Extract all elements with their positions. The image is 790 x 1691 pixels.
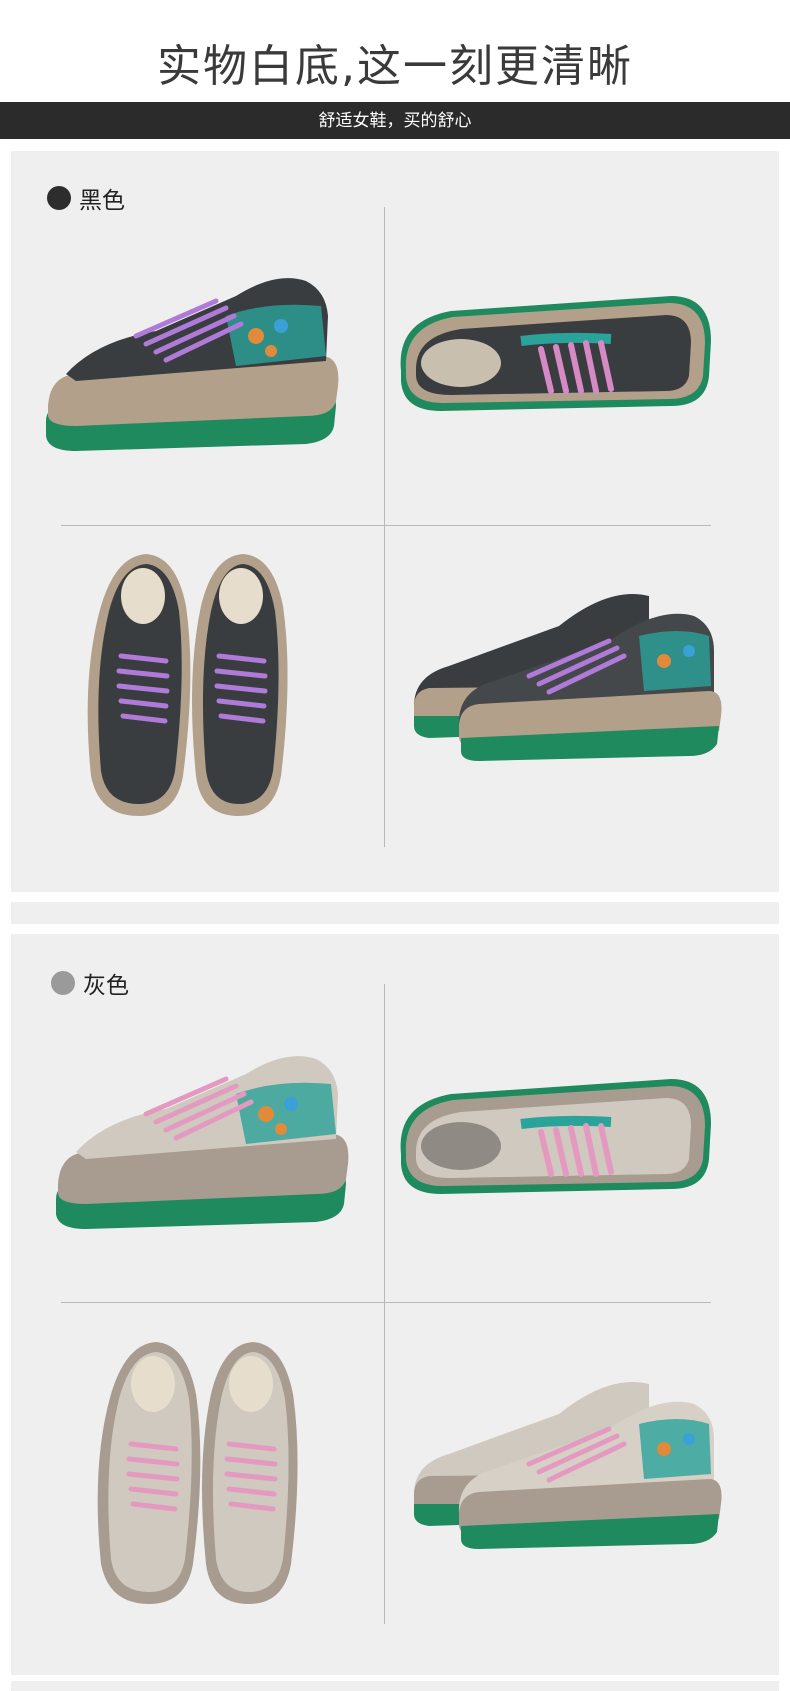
divider-horizontal xyxy=(61,1302,711,1303)
shoe-top-angle-view xyxy=(391,281,721,431)
section-separator xyxy=(11,1681,779,1691)
color-label: 灰色 xyxy=(51,966,129,1000)
color-name: 灰色 xyxy=(83,973,129,999)
shoe-pair-angle-view xyxy=(409,566,729,766)
shoe-top-angle-view xyxy=(391,1064,721,1214)
color-dot xyxy=(47,186,71,210)
color-panel-black: 黑色 xyxy=(11,151,779,892)
color-label: 黑色 xyxy=(47,181,125,215)
divider-vertical xyxy=(384,207,385,847)
shoe-top-pair-view xyxy=(81,1334,321,1614)
page-title: 实物白底,这一刻更清晰 xyxy=(157,41,633,92)
section-separator xyxy=(11,902,779,924)
shoe-side-view xyxy=(36,256,346,456)
subtitle-band: 舒适女鞋，买的舒心 xyxy=(0,102,790,139)
shoe-side-view xyxy=(46,1034,356,1234)
divider-vertical xyxy=(384,984,385,1624)
shoe-pair-angle-view xyxy=(409,1354,729,1554)
color-dot xyxy=(51,971,75,995)
color-panel-gray: 灰色 xyxy=(11,934,779,1675)
divider-horizontal xyxy=(61,525,711,526)
shoe-top-pair-view xyxy=(71,546,311,826)
color-name: 黑色 xyxy=(79,188,125,214)
